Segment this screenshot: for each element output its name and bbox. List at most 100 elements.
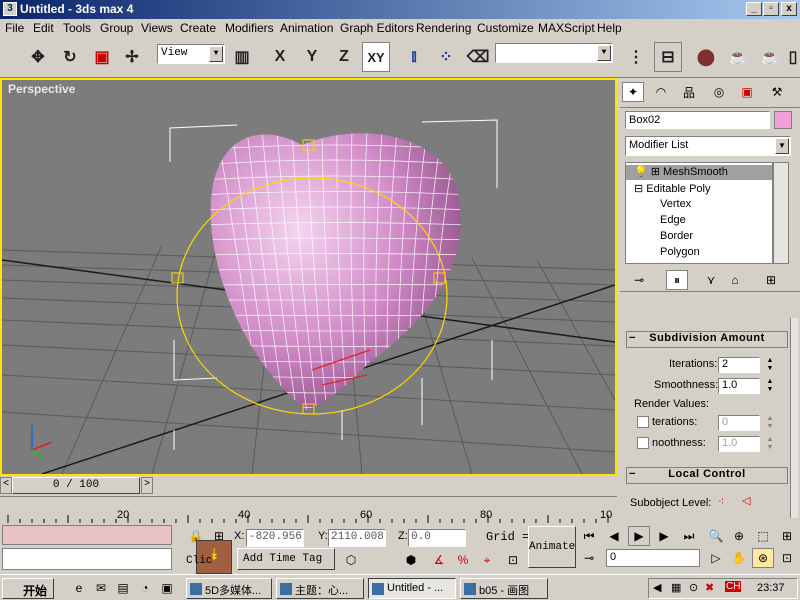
quick-render-icon[interactable]: ☕ [756, 42, 784, 72]
motion-tab-icon[interactable]: ◎ [708, 82, 730, 102]
stack-item-meshsmooth[interactable]: 💡 ⊞ MeshSmooth [626, 165, 772, 180]
min-max-toggle-icon[interactable]: ⊡ [776, 548, 798, 568]
antivirus-icon[interactable]: ⊙ [689, 581, 698, 594]
menu-help[interactable]: Help [597, 21, 622, 35]
modify-tab-icon[interactable]: ◠ [650, 82, 672, 102]
menu-views[interactable]: Views [141, 21, 173, 35]
time-slider[interactable]: 0 / 100 [12, 477, 140, 494]
viewport-label[interactable]: Perspective [8, 82, 75, 96]
x-coord-field[interactable]: -820.956 [246, 529, 304, 547]
object-name-field[interactable]: Box02 [625, 111, 770, 129]
track-view-icon[interactable]: ⋮ [622, 42, 650, 72]
current-frame-field[interactable]: 0 [606, 549, 700, 567]
maximize-button[interactable]: ▫ [763, 2, 779, 16]
snap-toggle-icon[interactable]: ⬢ [400, 550, 422, 570]
add-time-tag-button[interactable]: Add Time Tag [237, 548, 335, 570]
modifier-list-select[interactable]: Modifier List ▼ [625, 136, 791, 156]
pivot-center-icon[interactable]: ▥ [228, 42, 256, 72]
percent-snap-icon[interactable]: % [452, 550, 474, 570]
make-unique-icon[interactable]: ⋎ [700, 270, 722, 290]
hierarchy-tab-icon[interactable]: 品 [678, 82, 700, 102]
render-scene-icon[interactable]: ☕ [724, 42, 752, 72]
manipulate-icon[interactable]: ✢ [118, 42, 146, 72]
stack-item-edge[interactable]: Edge [660, 214, 686, 226]
pin-stack-icon[interactable]: ⊸ [628, 270, 650, 290]
track-bar-ruler[interactable]: 20 40 60 80 10 [0, 496, 617, 523]
prev-frame-icon[interactable]: ◀ [603, 526, 625, 546]
move-icon[interactable]: ✥ [24, 42, 52, 72]
axis-x-button[interactable]: X [266, 42, 294, 72]
lightbulb-icon[interactable]: 💡 [634, 166, 648, 178]
play-icon[interactable]: ▶ [628, 526, 650, 546]
security-icon[interactable]: ✖ [705, 581, 714, 594]
z-coord-field[interactable]: 0.0 [408, 529, 466, 547]
menu-tools[interactable]: Tools [63, 21, 91, 35]
zoom-all-icon[interactable]: ⊕ [728, 526, 750, 546]
task-button[interactable]: Untitled - ... [368, 578, 456, 599]
spinner-arrows-icon[interactable]: ▲ ▼ [765, 378, 775, 394]
menu-maxscript[interactable]: MAXScript [538, 21, 595, 35]
render-smoothness-spinner[interactable]: 1.0 [718, 436, 760, 452]
pan-icon[interactable]: ✋ [728, 548, 750, 568]
key-mode-icon[interactable]: ⊡ [502, 550, 524, 570]
heart-mesh[interactable] [210, 133, 461, 410]
zoom-icon[interactable]: 🔍 [705, 526, 727, 546]
spinner-arrows-icon[interactable]: ▲ ▼ [765, 357, 775, 373]
key-mode-toggle-icon[interactable]: ⊸ [578, 548, 600, 568]
stack-item-vertex[interactable]: Vertex [660, 198, 691, 210]
render-iterations-spinner[interactable]: 0 [718, 415, 760, 431]
spinner-snap-icon[interactable]: ⌖ [476, 550, 498, 570]
smoothness-spinner[interactable]: 1.0 [718, 378, 760, 394]
menu-create[interactable]: Create [180, 21, 216, 35]
render-iterations-checkbox[interactable] [637, 416, 649, 428]
show-end-result-icon[interactable]: ⏸ [666, 270, 688, 290]
remove-modifier-icon[interactable]: ⌂ [724, 270, 746, 290]
maxscript-listener[interactable] [2, 525, 172, 545]
next-frame-icon[interactable]: ▶ [653, 526, 675, 546]
zoom-extents-all-icon[interactable]: ⊞ [776, 526, 798, 546]
axis-z-button[interactable]: Z [330, 42, 358, 72]
vertex-level-icon[interactable]: ⁖ [718, 495, 724, 508]
desktop-icon[interactable]: ▣ [156, 578, 178, 598]
object-color-swatch[interactable] [774, 111, 792, 129]
prev-frame-arrow-icon[interactable]: < [0, 477, 12, 494]
animate-button[interactable]: Animate [528, 526, 576, 568]
stack-item-border[interactable]: Border [660, 230, 693, 242]
create-tab-icon[interactable]: ✦ [622, 82, 644, 102]
mirror-icon[interactable]: ⫾ [400, 42, 428, 72]
panel-scrollbar[interactable] [790, 318, 798, 518]
y-coord-field[interactable]: 2110.008 [328, 529, 386, 547]
edge-level-icon[interactable]: ◁ [742, 494, 750, 507]
subdivision-amount-rollout[interactable]: − Subdivision Amount [626, 331, 788, 348]
ie-icon[interactable]: e [68, 578, 90, 598]
local-control-rollout[interactable]: − Local Control [626, 467, 788, 484]
menu-modifiers[interactable]: Modifiers [225, 21, 274, 35]
outlook-icon[interactable]: ✉ [90, 578, 112, 598]
axis-xy-button[interactable]: XY [362, 42, 390, 72]
menu-graph-editors[interactable]: Graph Editors [340, 21, 414, 35]
angle-snap-icon[interactable]: ∡ [428, 550, 450, 570]
spinner-arrows-icon[interactable]: ▲ ▼ [765, 436, 775, 452]
material-editor-icon[interactable]: ⬤ [692, 42, 720, 72]
language-indicator[interactable]: CH [725, 581, 742, 592]
iterations-spinner[interactable]: 2 [718, 357, 760, 373]
menu-file[interactable]: File [5, 21, 24, 35]
task-button[interactable]: 5D多媒体... [186, 578, 272, 599]
minimize-button[interactable]: _ [746, 2, 762, 16]
schematic-view-icon[interactable]: ⊟ [654, 42, 682, 72]
goto-end-icon[interactable]: ⏭ [678, 526, 700, 546]
app-icon[interactable]: 3 [3, 2, 17, 16]
goto-start-icon[interactable]: ⏮ [578, 526, 600, 546]
task-button[interactable]: 主题：心... [276, 578, 364, 599]
maxscript-input[interactable] [2, 548, 172, 570]
reference-coord-select[interactable]: View ▼ [157, 44, 225, 64]
media-icon[interactable]: ◔ [134, 578, 156, 598]
spinner-arrows-icon[interactable]: ▲ ▼ [765, 415, 775, 431]
menu-edit[interactable]: Edit [33, 21, 54, 35]
menu-rendering[interactable]: Rendering [416, 21, 471, 35]
stack-scrollbar[interactable] [773, 162, 789, 264]
menu-group[interactable]: Group [100, 21, 133, 35]
start-button[interactable]: 开始 [2, 578, 54, 599]
menu-animation[interactable]: Animation [280, 21, 333, 35]
close-button[interactable]: x [781, 2, 797, 16]
